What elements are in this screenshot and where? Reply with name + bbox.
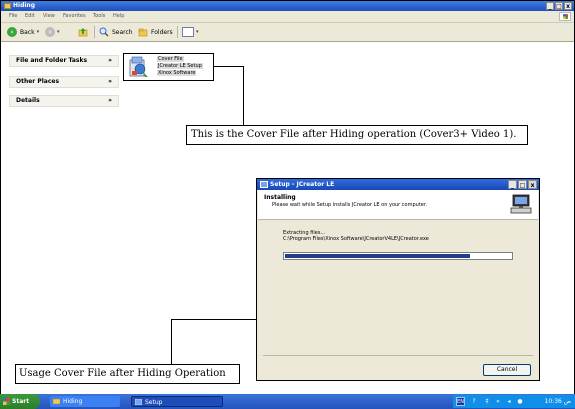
cover-file-item[interactable]: Cover File JCreator LE Setup Xinox Softw… (123, 53, 214, 81)
callout-line (171, 319, 256, 320)
menu-tools[interactable]: Tools (93, 13, 105, 19)
file-path-text: C:\Program Files\Xinox Software\JCreator… (283, 236, 429, 242)
toolbar-divider (177, 26, 178, 38)
taskbar: Start Hiding Setup EN ? ‡ « ◂ ● 10:36 ص (0, 394, 575, 409)
back-arrow-icon: ‹ (7, 27, 17, 37)
section-other-places[interactable]: Other Places » (9, 76, 119, 88)
dialog-maximize-button[interactable]: □ (518, 180, 527, 189)
up-folder-button[interactable] (78, 26, 88, 38)
chevron-down-icon: ▾ (196, 29, 199, 35)
menu-favorites[interactable]: Favorites (63, 13, 86, 19)
toolbar-divider (94, 26, 95, 38)
file-description: JCreator LE Setup (157, 63, 203, 69)
task-pane: File and Folder Tasks » Other Places » D… (1, 42, 119, 386)
section-details[interactable]: Details » (9, 95, 119, 107)
windows-logo-icon (559, 12, 571, 21)
taskbar-item-setup[interactable]: Setup (131, 396, 223, 407)
expand-chevron-icon: » (108, 78, 112, 85)
dialog-controls: _ □ x (508, 180, 537, 189)
setup-icon (260, 181, 268, 188)
dialog-subheading: Please wait while Setup installs JCreato… (272, 202, 428, 208)
system-tray: EN ? ‡ « ◂ ● 10:36 ص (453, 395, 575, 408)
chevron-down-icon: ▾ (36, 29, 40, 35)
menu-file[interactable]: File (9, 13, 17, 19)
annotation-cover-file: This is the Cover File after Hiding oper… (186, 125, 528, 145)
close-button[interactable]: x (564, 2, 572, 10)
dialog-header: Installing Please wait while Setup insta… (258, 190, 538, 220)
setup-icon (135, 399, 142, 405)
up-folder-icon (78, 28, 88, 37)
views-icon (182, 27, 194, 37)
forward-arrow-icon: › (45, 27, 55, 37)
installer-file-icon (129, 56, 148, 77)
folder-icon (4, 3, 11, 9)
callout-line (214, 66, 244, 67)
search-label: Search (112, 28, 133, 36)
folders-label: Folders (151, 28, 173, 36)
title-bar[interactable]: Hiding _ □ x (1, 1, 574, 11)
volume-icon[interactable]: ◂ (505, 397, 513, 406)
expand-chevron-icon: » (108, 57, 112, 64)
clock: 10:36 ص (544, 398, 571, 405)
folders-icon (138, 28, 148, 37)
menu-edit[interactable]: Edit (25, 13, 35, 19)
dialog-minimize-button[interactable]: _ (508, 180, 517, 189)
expand-chevron-icon: » (108, 97, 112, 104)
chevron-left-icon[interactable]: « (494, 397, 502, 406)
window-title: Hiding (13, 2, 35, 9)
progress-bar (283, 252, 513, 260)
dialog-heading: Installing (264, 194, 296, 201)
cancel-button[interactable]: Cancel (483, 364, 531, 376)
maximize-button[interactable]: □ (555, 2, 563, 10)
forward-button[interactable]: › ▾ (45, 26, 60, 38)
annotation-usage: Usage Cover File after Hiding Operation (15, 364, 240, 384)
section-label: Other Places (16, 78, 60, 85)
callout-line (243, 66, 244, 125)
file-name: Cover File (157, 56, 184, 62)
taskbar-item-label: Hiding (63, 398, 83, 405)
callout-line (171, 319, 172, 364)
dialog-divider (263, 355, 533, 356)
setup-dialog: Setup - JCreator LE _ □ x Installing Ple… (256, 178, 540, 381)
windows-flag-icon (3, 398, 10, 405)
antivirus-icon[interactable]: ● (516, 397, 524, 406)
installer-computer-icon (510, 194, 532, 214)
chevron-down-icon: ▾ (57, 29, 60, 35)
toolbar: ‹ Back ▾ › ▾ Search Folders ▾ (1, 23, 574, 42)
dialog-title-bar[interactable]: Setup - JCreator LE _ □ x (257, 179, 539, 190)
folders-button[interactable]: Folders (138, 26, 173, 38)
taskbar-item-hiding[interactable]: Hiding (50, 396, 120, 407)
language-indicator[interactable]: EN (456, 397, 465, 406)
minimize-button[interactable]: _ (546, 2, 554, 10)
section-file-and-folder-tasks[interactable]: File and Folder Tasks » (9, 55, 119, 67)
network-icon[interactable]: ‡ (483, 397, 491, 406)
progress-fill (285, 254, 470, 258)
start-label: Start (12, 398, 30, 405)
section-label: File and Folder Tasks (16, 57, 88, 64)
help-icon[interactable]: ? (470, 397, 478, 406)
window-controls: _ □ x (546, 2, 572, 10)
search-icon (99, 27, 109, 37)
start-button[interactable]: Start (0, 394, 40, 409)
folder-icon (53, 398, 60, 404)
file-company: Xinox Software (157, 70, 197, 76)
menu-help[interactable]: Help (113, 13, 124, 19)
dialog-close-button[interactable]: x (528, 180, 537, 189)
back-button[interactable]: ‹ Back ▾ (7, 26, 39, 38)
views-button[interactable]: ▾ (182, 26, 199, 38)
menu-bar: File Edit View Favorites Tools Help (1, 11, 574, 23)
search-button[interactable]: Search (99, 26, 133, 38)
back-label: Back (20, 28, 35, 36)
menu-view[interactable]: View (43, 13, 55, 19)
section-label: Details (16, 97, 40, 104)
taskbar-item-label: Setup (145, 399, 163, 406)
dialog-title: Setup - JCreator LE (270, 181, 335, 188)
